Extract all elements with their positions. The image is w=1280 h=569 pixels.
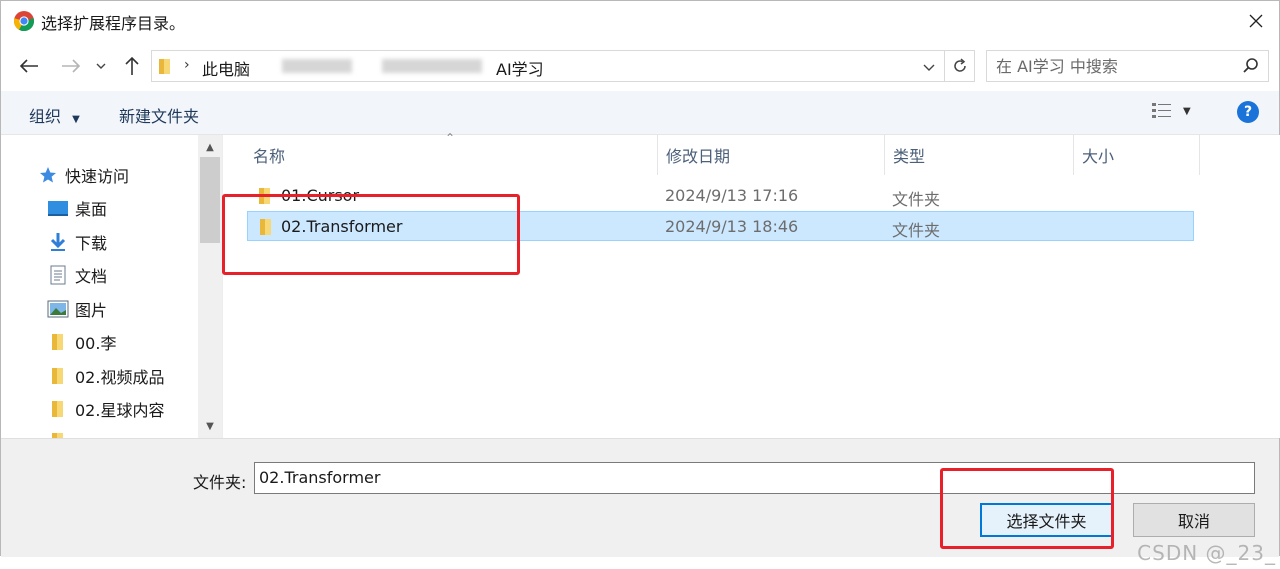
- folder-icon: [47, 331, 69, 353]
- refresh-icon: [953, 58, 966, 72]
- folder-name-value: 02.Transformer: [259, 468, 381, 487]
- sidebar-item-label: 文档: [75, 267, 108, 286]
- file-name: 02.Transformer: [281, 217, 403, 236]
- close-icon: [1249, 14, 1263, 28]
- sidebar-item-quick-access[interactable]: 快速访问: [37, 159, 222, 191]
- forward-button[interactable]: [57, 53, 85, 79]
- folder-label: 文件夹:: [193, 473, 247, 492]
- arrow-right-icon: [62, 59, 81, 73]
- sidebar-item-folder-00[interactable]: 00.李: [47, 326, 222, 358]
- scroll-down-icon[interactable]: ▼: [198, 416, 222, 436]
- redacted-path: [382, 59, 482, 73]
- file-modified: 2024/9/13 17:16: [665, 186, 799, 205]
- folder-icon: [260, 219, 271, 235]
- cancel-button[interactable]: 取消: [1133, 503, 1255, 537]
- sidebar-item-folder-cut[interactable]: [47, 425, 222, 438]
- details-view-icon: [1152, 103, 1171, 118]
- sidebar-item-label: 快速访问: [65, 167, 130, 186]
- sidebar-item-folder-planet[interactable]: 02.星球内容: [47, 393, 222, 425]
- folder-icon: [47, 398, 69, 420]
- scroll-up-icon[interactable]: ▲: [198, 137, 222, 157]
- sidebar-item-documents[interactable]: 文档: [47, 259, 222, 291]
- folder-icon: [47, 365, 69, 387]
- sidebar-item-label: 00.李: [75, 334, 117, 353]
- breadcrumb-ai-study[interactable]: AI学习: [496, 56, 544, 80]
- search-box[interactable]: [986, 50, 1269, 82]
- file-type: 文件夹: [892, 221, 941, 240]
- title-bar: 选择扩展程序目录。: [1, 1, 1279, 41]
- column-header-modified[interactable]: 修改日期: [658, 135, 885, 175]
- up-button[interactable]: [118, 53, 146, 79]
- sidebar-item-label: 下载: [75, 234, 108, 253]
- chevron-down-icon: [923, 64, 935, 71]
- organize-label: 组织: [29, 107, 62, 126]
- search-icon: [1243, 58, 1258, 73]
- window-title: 选择扩展程序目录。: [41, 14, 186, 33]
- address-dropdown-button[interactable]: [916, 56, 942, 78]
- sidebar-item-label: 图片: [75, 301, 108, 320]
- scrollbar-thumb[interactable]: [200, 157, 220, 243]
- desktop-icon: [47, 197, 69, 219]
- file-row-selected[interactable]: 02.Transformer 2024/9/13 18:46 文件夹: [247, 211, 1194, 241]
- view-options-button[interactable]: ▼: [1151, 101, 1191, 121]
- address-bar[interactable]: › 此电脑 AI学习: [151, 50, 975, 82]
- document-icon: [47, 264, 69, 286]
- arrow-up-icon: [125, 56, 139, 75]
- folder-icon: [47, 430, 69, 438]
- sidebar-item-desktop[interactable]: 桌面: [47, 192, 222, 224]
- sidebar-item-pictures[interactable]: 图片: [47, 293, 222, 325]
- file-row[interactable]: 01.Cursor 2024/9/13 17:16 文件夹: [247, 181, 1194, 211]
- download-icon: [47, 231, 69, 253]
- chevron-right-icon: ›: [184, 57, 190, 73]
- refresh-button[interactable]: [944, 51, 974, 81]
- arrow-left-icon: [19, 59, 38, 73]
- column-header-type[interactable]: 类型: [885, 135, 1074, 175]
- recent-locations-button[interactable]: [91, 53, 111, 79]
- new-folder-button[interactable]: 新建文件夹: [119, 103, 199, 127]
- help-icon[interactable]: ?: [1237, 101, 1259, 123]
- organize-button[interactable]: 组织 ▼: [29, 103, 80, 127]
- watermark: CSDN @_23_: [1137, 541, 1276, 565]
- sidebar-scrollbar[interactable]: ▲ ▼: [198, 135, 222, 438]
- star-icon: [37, 164, 59, 186]
- file-modified: 2024/9/13 18:46: [665, 217, 799, 236]
- column-header-name[interactable]: 名称: [245, 135, 658, 175]
- sidebar-item-label: 02.星球内容: [75, 401, 165, 420]
- redacted-path: [282, 59, 352, 73]
- select-folder-dialog: 选择扩展程序目录。 › 此电脑 AI学习 在 AI学习 中搜索 组织 ▼ 新建文…: [0, 0, 1280, 557]
- file-list: ⌃ 名称 修改日期 类型 大小 01.Cursor 2024/9/13 17:1…: [222, 131, 1280, 438]
- search-input[interactable]: [987, 51, 1227, 81]
- toolbar: 组织 ▼ 新建文件夹 ▼ ?: [1, 91, 1279, 135]
- sidebar-item-downloads[interactable]: 下载: [47, 226, 222, 258]
- picture-icon: [47, 298, 69, 320]
- navigation-bar: › 此电脑 AI学习: [1, 43, 1279, 89]
- sidebar-item-label: 02.视频成品: [75, 368, 165, 387]
- folder-name-input[interactable]: 02.Transformer: [254, 462, 1255, 494]
- select-folder-button[interactable]: 选择文件夹: [980, 503, 1113, 537]
- file-type: 文件夹: [892, 190, 941, 209]
- navigation-pane: 快速访问 桌面 下载 文档 图片 00.李 02.视频成品 02.星球内容: [1, 135, 222, 438]
- breadcrumb-this-pc[interactable]: 此电脑: [202, 56, 250, 80]
- sidebar-item-label: 桌面: [75, 200, 108, 219]
- caret-down-icon: ▼: [72, 114, 80, 125]
- sidebar-item-folder-video[interactable]: 02.视频成品: [47, 360, 222, 392]
- back-button[interactable]: [15, 53, 43, 79]
- dialog-footer: 文件夹: 02.Transformer 选择文件夹 取消: [1, 438, 1279, 557]
- chrome-icon: [13, 11, 35, 32]
- chevron-down-icon: [96, 63, 106, 69]
- close-button[interactable]: [1233, 1, 1279, 41]
- caret-down-icon: ▼: [1183, 105, 1191, 117]
- column-header-size[interactable]: 大小: [1074, 135, 1200, 175]
- file-name: 01.Cursor: [281, 186, 360, 205]
- folder-icon: [259, 188, 270, 204]
- folder-icon: [159, 59, 170, 74]
